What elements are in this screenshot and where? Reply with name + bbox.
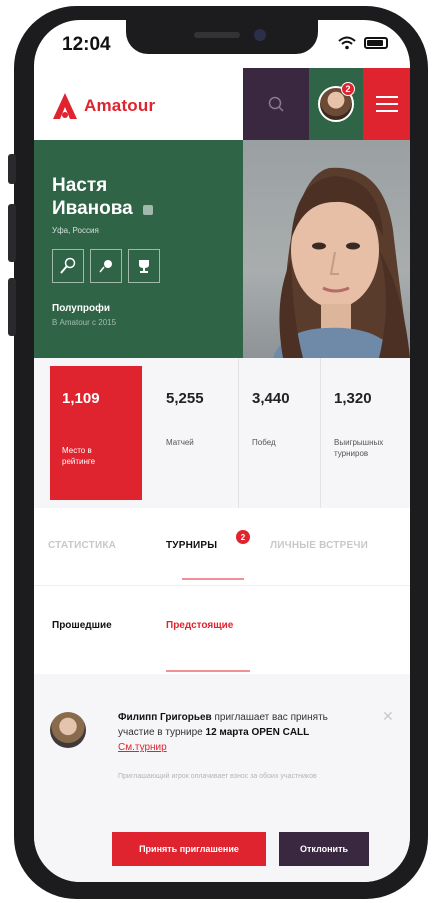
- status-icons: [338, 36, 388, 50]
- front-camera: [254, 29, 266, 41]
- notification-badge: 2: [341, 82, 355, 96]
- profile-level: Полупрофи: [52, 303, 110, 314]
- notch: [126, 20, 318, 54]
- edit-icon[interactable]: [142, 205, 153, 215]
- racket-icon: [60, 257, 76, 274]
- stat-value: 1,109: [62, 390, 100, 407]
- profile-photo: [243, 140, 410, 358]
- accept-invitation-button[interactable]: Принять приглашение: [112, 832, 266, 866]
- volume-up-button: [8, 204, 16, 262]
- logo-icon: [53, 93, 77, 119]
- status-bar: 12:04: [34, 20, 410, 68]
- invitation-card: Филипп Григорьев приглашает вас принять …: [34, 674, 410, 882]
- profile-last-name: Иванова: [52, 198, 133, 219]
- stat-wins[interactable]: 3,440 Побед: [238, 358, 320, 508]
- mute-switch: [8, 154, 16, 184]
- user-avatar-button[interactable]: 2: [309, 68, 363, 140]
- profile-first-name: Настя: [52, 175, 108, 196]
- tab-active-indicator: [182, 578, 244, 580]
- profile-since: В Amatour с 2015: [52, 318, 117, 327]
- profile-tabs: СТАТИСТИКА ТУРНИРЫ 2 ЛИЧНЫЕ ВСТРЕЧИ: [34, 508, 410, 586]
- volume-down-button: [8, 278, 16, 336]
- tab-tournaments[interactable]: ТУРНИРЫ: [166, 540, 217, 551]
- stat-label: Матчей: [166, 438, 194, 447]
- stat-value: 3,440: [252, 390, 290, 407]
- menu-icon: [375, 96, 398, 98]
- invitation-message: Филипп Григорьев приглашает вас принять …: [118, 710, 348, 755]
- profile-card: Настя Иванова Уфа, Россия Полупрофи В Am…: [34, 140, 410, 358]
- battery-icon: [364, 37, 388, 49]
- trophy-icon: [139, 260, 149, 273]
- profile-badges: [52, 249, 243, 283]
- subtab-past[interactable]: Прошедшие: [52, 620, 112, 631]
- stat-tournaments-won[interactable]: 1,320 Выигрышных турниров: [320, 358, 410, 508]
- menu-button[interactable]: [363, 68, 410, 140]
- menu-icon-line: [375, 103, 398, 105]
- app-screen: 12:04 Amatour 2 Настя Иванова Уфа, Росси…: [34, 20, 410, 882]
- stat-matches[interactable]: 5,255 Матчей: [152, 358, 238, 508]
- stat-rank[interactable]: 1,109 Место в рейтинге: [50, 366, 142, 500]
- tab-head-to-head[interactable]: ЛИЧНЫЕ ВСТРЕЧИ: [270, 540, 368, 551]
- stat-value: 5,255: [166, 390, 204, 407]
- invitation-note: Приглашающий игрок оплачивает взнос за о…: [118, 773, 317, 780]
- ball-icon: [99, 260, 112, 273]
- tab-statistics[interactable]: СТАТИСТИКА: [48, 540, 116, 551]
- tournament-name: OPEN CALL: [251, 727, 310, 738]
- subtab-active-indicator: [166, 670, 250, 672]
- menu-icon-line: [375, 110, 398, 112]
- close-icon[interactable]: ✕: [382, 708, 394, 725]
- speaker: [194, 32, 240, 38]
- wifi-icon: [338, 36, 356, 50]
- stat-label: Выигрышных турниров: [334, 438, 384, 458]
- sender-avatar: [50, 712, 86, 748]
- logo-text: Amatour: [84, 96, 156, 115]
- profile-city: Уфа, Россия: [52, 226, 99, 235]
- achievement-badge[interactable]: [52, 249, 84, 283]
- achievement-badge[interactable]: [90, 249, 122, 283]
- tournament-subtabs: Прошедшие Предстоящие: [34, 586, 410, 674]
- search-icon: [268, 96, 284, 112]
- stats-panel: 1,109 Место в рейтинге 5,255 Матчей 3,44…: [34, 358, 410, 508]
- tab-badge: 2: [236, 530, 250, 544]
- stat-label: Побед: [252, 438, 276, 447]
- status-time: 12:04: [62, 34, 111, 55]
- view-tournament-link[interactable]: См.турнир: [118, 742, 167, 753]
- stat-value: 1,320: [334, 390, 372, 407]
- subtab-upcoming[interactable]: Предстоящие: [166, 620, 233, 631]
- decline-invitation-button[interactable]: Отклонить: [279, 832, 369, 866]
- invitation-date: 12 марта: [205, 727, 249, 738]
- app-header: Amatour 2: [34, 68, 410, 140]
- achievement-badge[interactable]: [128, 249, 160, 283]
- logo[interactable]: Amatour: [52, 92, 155, 120]
- profile-info: Настя Иванова Уфа, Россия Полупрофи В Am…: [34, 140, 243, 358]
- portrait-image: [273, 167, 410, 358]
- sender-name: Филипп Григорьев: [118, 712, 212, 723]
- search-button[interactable]: [243, 68, 309, 140]
- stat-label: Место в рейтинге: [62, 446, 96, 466]
